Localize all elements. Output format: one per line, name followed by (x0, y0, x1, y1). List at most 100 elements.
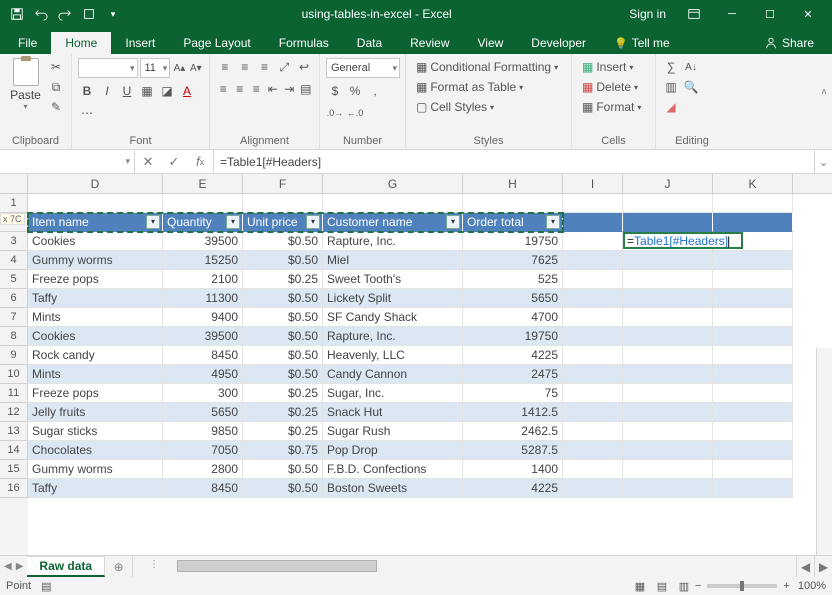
bold-button[interactable]: B (78, 82, 96, 100)
horizontal-scrollbar[interactable]: ⋮ (173, 556, 796, 577)
row-header[interactable]: 7 (0, 308, 28, 327)
column-header[interactable]: I (563, 174, 623, 193)
cell[interactable]: 7625 (463, 251, 563, 270)
align-center-button[interactable]: ≡ (233, 80, 248, 98)
cell[interactable]: $0.25 (243, 422, 323, 441)
cell[interactable]: Miel (323, 251, 463, 270)
cell[interactable] (563, 232, 623, 251)
increase-decimal-button[interactable]: .0→ (326, 104, 344, 122)
cell[interactable]: F.B.D. Confections (323, 460, 463, 479)
row-header[interactable]: 3 (0, 232, 28, 251)
cell[interactable]: Cookies (28, 232, 163, 251)
format-cells-button[interactable]: ▦Format▾ (578, 98, 649, 116)
vertical-scrollbar[interactable] (816, 348, 832, 555)
row-header[interactable]: 6 (0, 289, 28, 308)
cell[interactable]: $0.50 (243, 232, 323, 251)
cell[interactable]: Taffy (28, 289, 163, 308)
row-header[interactable]: 4 (0, 251, 28, 270)
column-header[interactable]: F (243, 174, 323, 193)
cell[interactable]: Sugar, Inc. (323, 384, 463, 403)
cells-area[interactable]: Item name▾Quantity▾Unit price▾Customer n… (28, 194, 832, 555)
tab-page-layout[interactable]: Page Layout (169, 32, 264, 54)
percent-button[interactable]: % (346, 82, 364, 100)
cell[interactable] (713, 289, 793, 308)
minimize-button[interactable]: ─ (714, 0, 750, 28)
cell[interactable]: 39500 (163, 232, 243, 251)
cell[interactable] (713, 365, 793, 384)
cancel-formula-button[interactable]: ✕ (135, 154, 161, 170)
decrease-indent-button[interactable]: ⇤ (266, 80, 281, 98)
row-header[interactable]: 8 (0, 327, 28, 346)
table-header-cell[interactable]: Customer name▾ (323, 213, 463, 232)
cell[interactable]: Taffy (28, 479, 163, 498)
row-header[interactable]: 5 (0, 270, 28, 289)
cell[interactable] (713, 403, 793, 422)
align-middle-button[interactable]: ≡ (236, 58, 254, 76)
filter-dropdown-button[interactable]: ▾ (306, 215, 320, 229)
cell[interactable] (713, 479, 793, 498)
cell-styles-button[interactable]: ▢Cell Styles▾ (412, 98, 565, 116)
increase-indent-button[interactable]: ⇥ (282, 80, 297, 98)
cell[interactable]: 2100 (163, 270, 243, 289)
column-header[interactable]: D (28, 174, 163, 193)
cell[interactable]: 2800 (163, 460, 243, 479)
maximize-button[interactable]: ☐ (752, 0, 788, 28)
filter-dropdown-button[interactable]: ▾ (546, 215, 560, 229)
cell[interactable] (563, 251, 623, 270)
cell[interactable] (623, 194, 713, 213)
zoom-out-button[interactable]: − (695, 580, 701, 592)
orientation-button[interactable]: ⤢ (275, 58, 293, 76)
cell[interactable]: 1400 (463, 460, 563, 479)
tab-developer[interactable]: Developer (517, 32, 600, 54)
cell[interactable]: Jelly fruits (28, 403, 163, 422)
cell[interactable] (713, 213, 793, 232)
cell[interactable]: $0.50 (243, 308, 323, 327)
cell[interactable]: 8450 (163, 346, 243, 365)
merge-button[interactable]: ▤ (299, 80, 314, 98)
paste-button[interactable]: Paste ▾ (6, 58, 45, 130)
cell[interactable]: Rapture, Inc. (323, 232, 463, 251)
border-button[interactable]: ▦ (138, 82, 156, 100)
italic-button[interactable]: I (98, 82, 116, 100)
cell[interactable] (623, 384, 713, 403)
cell[interactable] (713, 194, 793, 213)
cell[interactable] (713, 327, 793, 346)
cell[interactable] (713, 270, 793, 289)
cell[interactable]: SF Candy Shack (323, 308, 463, 327)
cell[interactable]: Sugar Rush (323, 422, 463, 441)
filter-dropdown-button[interactable]: ▾ (446, 215, 460, 229)
enter-formula-button[interactable]: ✓ (161, 154, 187, 170)
row-header[interactable]: 15 (0, 460, 28, 479)
hscroll-thumb[interactable] (177, 560, 377, 572)
cell[interactable] (623, 403, 713, 422)
cell[interactable] (623, 270, 713, 289)
table-header-cell[interactable]: Item name▾ (28, 213, 163, 232)
cell[interactable]: Chocolates (28, 441, 163, 460)
cell[interactable] (563, 327, 623, 346)
select-all-corner[interactable] (0, 174, 28, 193)
cell[interactable] (563, 194, 623, 213)
fill-button[interactable]: ▥ (662, 78, 680, 96)
cell[interactable]: 1412.5 (463, 403, 563, 422)
cell[interactable]: 7050 (163, 441, 243, 460)
new-sheet-button[interactable]: ⊕ (105, 556, 133, 577)
column-header[interactable]: K (713, 174, 793, 193)
cell[interactable] (563, 270, 623, 289)
cell[interactable] (623, 479, 713, 498)
active-cell-editor[interactable]: =Table1[#Headers]| (623, 232, 743, 249)
cell[interactable]: 39500 (163, 327, 243, 346)
cell[interactable] (713, 384, 793, 403)
filter-dropdown-button[interactable]: ▾ (226, 215, 240, 229)
redo-button[interactable] (54, 3, 76, 25)
tab-data[interactable]: Data (343, 32, 396, 54)
cell[interactable]: Snack Hut (323, 403, 463, 422)
cell[interactable] (563, 365, 623, 384)
underline-button[interactable]: U (118, 82, 136, 100)
column-header[interactable]: H (463, 174, 563, 193)
name-box[interactable] (0, 150, 135, 173)
normal-view-button[interactable]: ▦ (629, 578, 651, 594)
undo-button[interactable] (30, 3, 52, 25)
cell[interactable]: Boston Sweets (323, 479, 463, 498)
cell[interactable] (623, 460, 713, 479)
cell[interactable]: Lickety Split (323, 289, 463, 308)
